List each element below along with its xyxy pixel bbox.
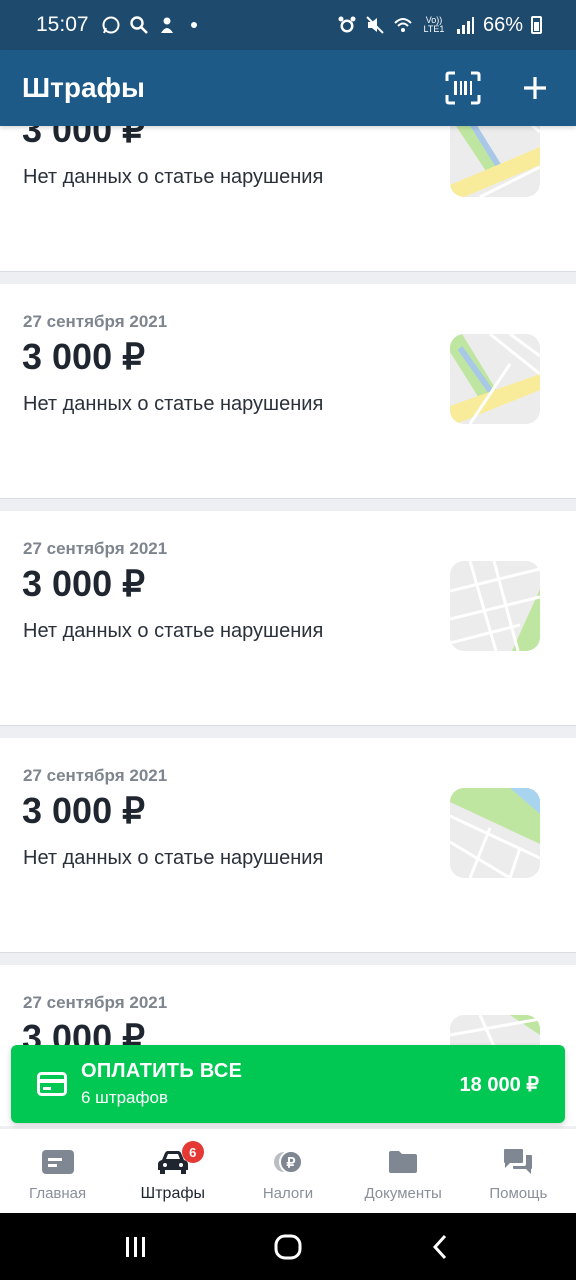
fine-amount: 3 000 ₽ xyxy=(22,126,145,150)
recent-apps-icon xyxy=(126,1236,145,1257)
nav-item-documents[interactable]: Документы xyxy=(348,1147,458,1202)
fine-date: 27 сентября 2021 xyxy=(23,766,168,785)
wifi-icon xyxy=(394,18,412,32)
fines-count-badge: 6 xyxy=(181,1141,204,1163)
fine-card[interactable]: 3 000 ₽ Нет данных о статье нарушения xyxy=(0,126,576,272)
nav-item-help[interactable]: Помощь xyxy=(463,1147,573,1202)
fine-date: 27 сентября 2021 xyxy=(23,312,168,331)
map-thumbnail-icon xyxy=(450,126,540,197)
fine-amount: 3 000 ₽ xyxy=(22,563,145,604)
ruble-coins-icon: ₽ xyxy=(273,1150,303,1174)
home-button[interactable] xyxy=(268,1227,308,1267)
nav-item-taxes[interactable]: ₽ Налоги xyxy=(233,1147,343,1202)
fines-list[interactable]: 3 000 ₽ Нет данных о статье нарушения 27… xyxy=(0,126,576,1126)
scan-barcode-button[interactable] xyxy=(444,69,482,107)
back-chevron-icon xyxy=(432,1234,447,1259)
page-title: Штрафы xyxy=(22,72,145,103)
nav-item-home[interactable]: Главная xyxy=(3,1147,113,1202)
fine-card[interactable]: 27 сентября 2021 3 000 ₽ Нет данных о ст… xyxy=(0,284,576,499)
nav-label: Налоги xyxy=(262,1185,314,1202)
fine-description: Нет данных о статье нарушения xyxy=(23,620,324,642)
search-icon xyxy=(129,16,148,34)
map-thumbnail-icon xyxy=(450,788,540,878)
fine-amount: 3 000 ₽ xyxy=(22,336,145,377)
credit-card-icon xyxy=(37,1072,67,1096)
signal-icon xyxy=(456,17,474,34)
home-circle-icon xyxy=(274,1234,302,1259)
network-type-label: Vo)) LTE1 xyxy=(423,15,445,34)
pay-all-button[interactable]: ОПЛАТИТЬ ВСЕ 6 штрафов 18 000 ₽ xyxy=(11,1045,565,1123)
nav-label: Штрафы xyxy=(140,1185,205,1202)
map-thumbnail-icon xyxy=(450,334,540,424)
fine-date: 27 сентября 2021 xyxy=(23,539,168,558)
folder-icon xyxy=(389,1151,418,1173)
fine-date: 27 сентября 2021 xyxy=(23,993,168,1012)
alarm-icon xyxy=(338,16,356,33)
back-button[interactable] xyxy=(420,1227,460,1267)
plus-icon xyxy=(524,77,546,99)
fine-description: Нет данных о статье нарушения xyxy=(23,393,324,415)
chat-bubbles-icon xyxy=(504,1149,533,1174)
app-bar: Штрафы xyxy=(0,50,576,126)
fine-card[interactable]: 27 сентября 2021 3 000 ₽ Нет данных о ст… xyxy=(0,511,576,726)
fine-description: Нет данных о статье нарушения xyxy=(23,847,324,869)
status-time: 15:07 xyxy=(36,13,89,36)
map-thumbnail-icon xyxy=(450,561,540,651)
nav-label: Главная xyxy=(29,1185,87,1202)
fine-card[interactable]: 27 сентября 2021 3 000 ₽ Нет данных о ст… xyxy=(0,738,576,953)
battery-icon xyxy=(531,16,542,34)
fine-description: Нет данных о статье нарушения xyxy=(23,166,324,188)
pay-all-subtitle: 6 штрафов xyxy=(81,1088,168,1107)
recent-apps-button[interactable] xyxy=(116,1227,156,1267)
more-notifications-dot xyxy=(190,22,197,28)
bottom-nav: Главная 6 Штрафы ₽ Налоги Документы Помо… xyxy=(0,1128,576,1213)
mute-icon xyxy=(366,16,384,34)
system-nav-bar xyxy=(0,1213,576,1280)
home-card-icon xyxy=(41,1150,74,1174)
pay-all-total: 18 000 ₽ xyxy=(459,1073,539,1096)
status-bar: 15:07 Vo)) LTE1 66% xyxy=(0,0,576,50)
svg-text:₽: ₽ xyxy=(287,1155,296,1171)
whatsapp-icon xyxy=(102,16,120,34)
battery-percent: 66% xyxy=(482,13,523,36)
barcode-scan-icon xyxy=(445,71,481,105)
add-button[interactable] xyxy=(516,69,554,107)
nav-item-fines[interactable]: 6 Штрафы xyxy=(118,1141,228,1203)
pay-all-title: ОПЛАТИТЬ ВСЕ xyxy=(81,1060,243,1082)
app-notification-icon xyxy=(160,17,173,33)
fine-amount: 3 000 ₽ xyxy=(22,790,145,831)
nav-label: Документы xyxy=(364,1185,442,1202)
nav-label: Помощь xyxy=(489,1185,548,1202)
